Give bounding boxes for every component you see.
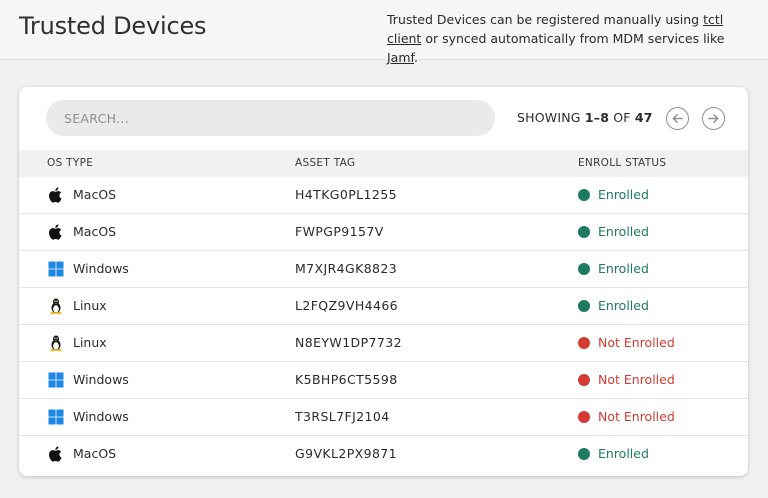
pagination-range: 1–8 xyxy=(584,110,610,125)
jamf-link[interactable]: Jamf xyxy=(387,50,414,65)
search-input[interactable] xyxy=(46,100,495,136)
status-dot xyxy=(578,300,590,312)
table-row[interactable]: Windows T3RSL7FJ2104 Not Enrolled xyxy=(19,399,748,436)
windows-icon xyxy=(47,371,65,389)
enroll-status: Enrolled xyxy=(598,224,649,239)
os-name: MacOS xyxy=(73,446,117,461)
apple-icon xyxy=(47,445,65,463)
arrow-right-icon xyxy=(708,114,719,123)
asset-tag: K5BHP6CT5598 xyxy=(295,372,398,387)
enroll-status: Not Enrolled xyxy=(598,409,675,424)
status-dot xyxy=(578,263,590,275)
enroll-status: Enrolled xyxy=(598,446,649,461)
status-dot xyxy=(578,448,590,460)
table-body: MacOS H4TKG0PL1255 Enrolled MacOS FWPGP9157V… xyxy=(19,177,748,473)
status-dot xyxy=(578,374,590,386)
next-page-button[interactable] xyxy=(702,107,725,130)
status-dot xyxy=(578,189,590,201)
pagination-of: OF xyxy=(609,110,635,125)
page-title: Trusted Devices xyxy=(19,12,207,40)
page-header: Trusted Devices Trusted Devices can be r… xyxy=(0,0,768,65)
os-name: MacOS xyxy=(73,187,117,202)
table-row[interactable]: MacOS FWPGP9157V Enrolled xyxy=(19,214,748,251)
table-row[interactable]: MacOS G9VKL2PX9871 Enrolled xyxy=(19,436,748,473)
header-desc-text-1: Trusted Devices can be registered manual… xyxy=(387,12,704,27)
status-dot xyxy=(578,226,590,238)
linux-icon xyxy=(47,334,65,352)
header-desc-text-2: or synced automatically from MDM service… xyxy=(421,31,725,46)
pagination-total: 47 xyxy=(634,110,653,125)
column-header-os-type[interactable]: OS TYPE xyxy=(47,157,93,169)
asset-tag: FWPGP9157V xyxy=(295,224,384,239)
windows-icon xyxy=(47,260,65,278)
asset-tag: H4TKG0PL1255 xyxy=(295,187,397,202)
asset-tag: N8EYW1DP7732 xyxy=(295,335,402,350)
enroll-status: Enrolled xyxy=(598,261,649,276)
table-row[interactable]: Windows K5BHP6CT5598 Not Enrolled xyxy=(19,362,748,399)
header-desc-text-3: . xyxy=(414,50,418,65)
os-name: Linux xyxy=(73,298,107,313)
header-description: Trusted Devices can be registered manual… xyxy=(387,10,759,67)
enroll-status: Enrolled xyxy=(598,298,649,313)
status-dot xyxy=(578,411,590,423)
os-name: Windows xyxy=(73,372,129,387)
asset-tag: M7XJR4GK8823 xyxy=(295,261,398,276)
status-dot xyxy=(578,337,590,349)
enroll-status: Not Enrolled xyxy=(598,372,675,387)
os-name: MacOS xyxy=(73,224,117,239)
pagination-info: SHOWING 1–8 OF 47 xyxy=(517,110,653,125)
asset-tag: G9VKL2PX9871 xyxy=(295,446,398,461)
asset-tag: T3RSL7FJ2104 xyxy=(295,409,390,424)
apple-icon xyxy=(47,223,65,241)
table-header: OS TYPE ASSET TAG ENROLL STATUS xyxy=(19,150,748,177)
table-row[interactable]: Linux N8EYW1DP7732 Not Enrolled xyxy=(19,325,748,362)
prev-page-button[interactable] xyxy=(666,107,689,130)
os-name: Windows xyxy=(73,261,129,276)
apple-icon xyxy=(47,186,65,204)
enroll-status: Not Enrolled xyxy=(598,335,675,350)
linux-icon xyxy=(47,297,65,315)
column-header-asset-tag[interactable]: ASSET TAG xyxy=(295,157,355,169)
table-row[interactable]: Windows M7XJR4GK8823 Enrolled xyxy=(19,251,748,288)
windows-icon xyxy=(47,408,65,426)
arrow-left-icon xyxy=(672,114,683,123)
os-name: Linux xyxy=(73,335,107,350)
column-header-enroll-status[interactable]: ENROLL STATUS xyxy=(578,157,666,169)
pagination-prefix: SHOWING xyxy=(517,110,585,125)
enroll-status: Enrolled xyxy=(598,187,649,202)
table-row[interactable]: MacOS H4TKG0PL1255 Enrolled xyxy=(19,177,748,214)
devices-card: SHOWING 1–8 OF 47 OS TYPE ASSET TAG ENRO… xyxy=(19,87,748,476)
asset-tag: L2FQZ9VH4466 xyxy=(295,298,399,313)
table-row[interactable]: Linux L2FQZ9VH4466 Enrolled xyxy=(19,288,748,325)
os-name: Windows xyxy=(73,409,129,424)
